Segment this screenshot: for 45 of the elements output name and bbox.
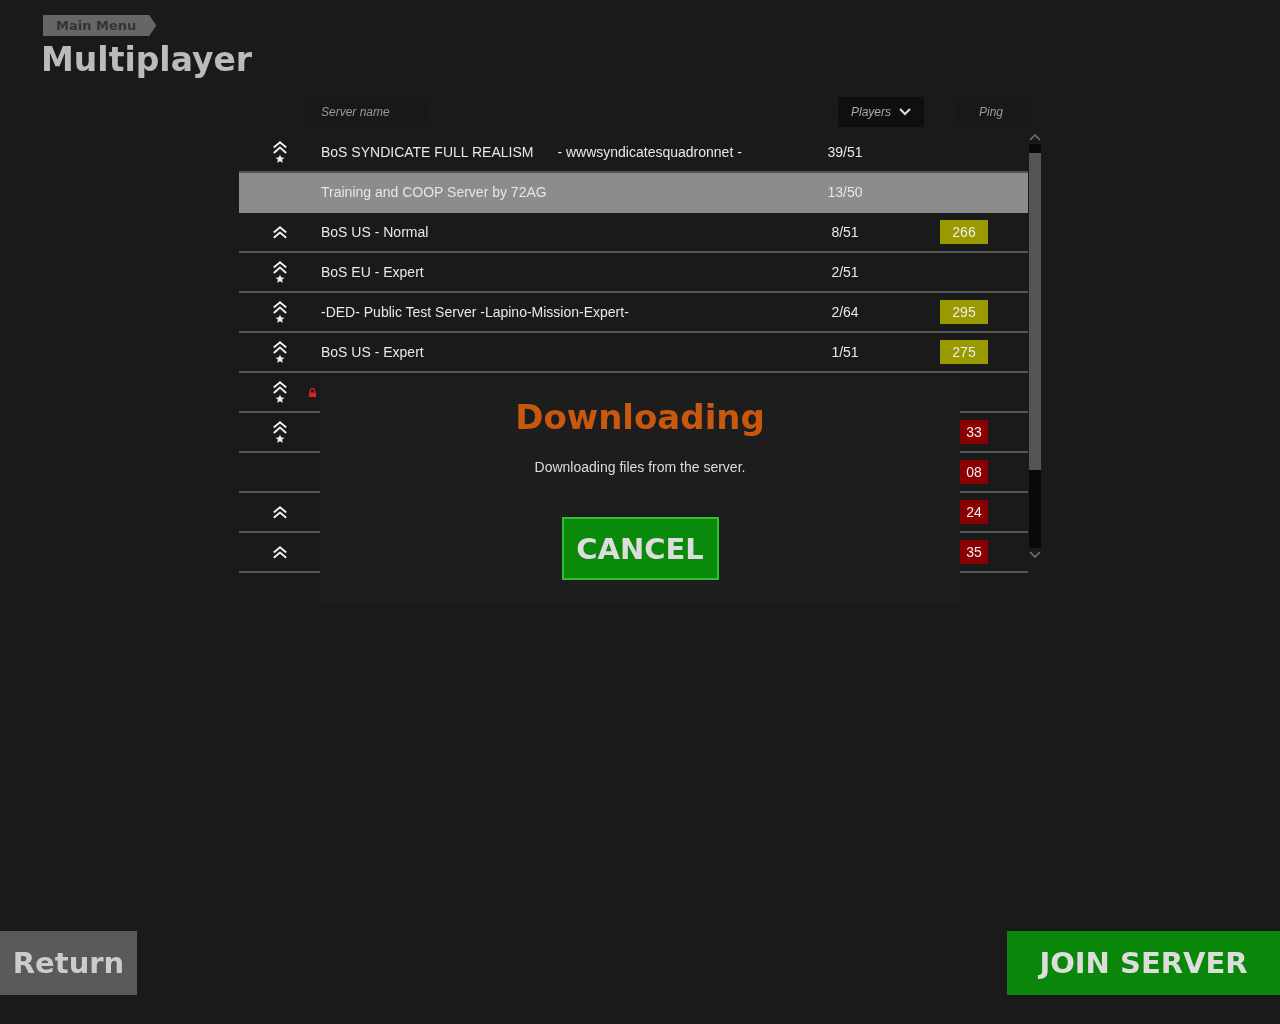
ping-badge: 266 bbox=[940, 220, 988, 244]
dialog-title: Downloading bbox=[515, 397, 765, 437]
ping-badge: 33 bbox=[960, 420, 988, 444]
rank-chevron-star-icon bbox=[272, 340, 288, 364]
rank-chevron-star-icon bbox=[272, 300, 288, 324]
player-count: 8/51 bbox=[831, 224, 859, 240]
rank-chevron-star-icon bbox=[272, 140, 288, 164]
rank-chevron-icon bbox=[272, 504, 288, 520]
server-name: BoS US - Normal bbox=[321, 224, 429, 240]
player-count: 2/64 bbox=[831, 304, 859, 320]
rank-chevron-star-icon bbox=[272, 380, 288, 404]
player-count: 1/51 bbox=[831, 344, 859, 360]
server-name: -DED- Public Test Server -Lapino-Mission-Expert- bbox=[321, 304, 629, 320]
page-title: Multiplayer bbox=[41, 40, 254, 79]
player-count: 39/51 bbox=[827, 144, 863, 160]
rank-chevron-icon bbox=[272, 224, 288, 240]
ping-badge: 295 bbox=[940, 300, 988, 324]
caret-icon bbox=[899, 108, 911, 116]
return-button[interactable]: Return bbox=[0, 931, 137, 995]
scroll-up-icon[interactable] bbox=[1028, 133, 1041, 141]
server-url: - wwwsyndicatesquadronnet - bbox=[557, 144, 742, 160]
scrollbar-track[interactable] bbox=[1028, 144, 1041, 548]
scroll-down-icon[interactable] bbox=[1028, 551, 1041, 559]
server-name: BoS US - Expert bbox=[321, 344, 424, 360]
server-name: Training and COOP Server by 72AG bbox=[321, 184, 547, 200]
player-count: 13/50 bbox=[827, 184, 863, 200]
server-row[interactable]: BoS EU - Expert 2/51 bbox=[239, 253, 1028, 293]
player-count: 2/51 bbox=[831, 264, 859, 280]
players-column-header[interactable]: Players bbox=[838, 97, 924, 127]
dialog-message: Downloading files from the server. bbox=[534, 459, 746, 475]
ping-badge: 35 bbox=[960, 540, 988, 564]
join-server-button[interactable]: JOIN SERVER bbox=[1007, 931, 1280, 995]
server-row[interactable]: BoS US - Normal 8/51 266 bbox=[239, 213, 1028, 253]
rank-chevron-star-icon bbox=[272, 420, 288, 444]
scrollbar-thumb[interactable] bbox=[1028, 153, 1041, 470]
rank-chevron-star-icon bbox=[272, 260, 288, 284]
ping-badge: 08 bbox=[960, 460, 988, 484]
server-row[interactable]: -DED- Public Test Server -Lapino-Mission-Expert- 2/64 295 bbox=[239, 293, 1028, 333]
rank-chevron-icon bbox=[272, 544, 288, 560]
ping-badge: 24 bbox=[960, 500, 988, 524]
server-name: BoS EU - Expert bbox=[321, 264, 424, 280]
server-row[interactable]: BoS US - Expert 1/51 275 bbox=[239, 333, 1028, 373]
ping-badge: 275 bbox=[940, 340, 988, 364]
server-name: BoS SYNDICATE FULL REALISM bbox=[321, 144, 534, 160]
cancel-button[interactable]: CANCEL bbox=[561, 517, 719, 580]
